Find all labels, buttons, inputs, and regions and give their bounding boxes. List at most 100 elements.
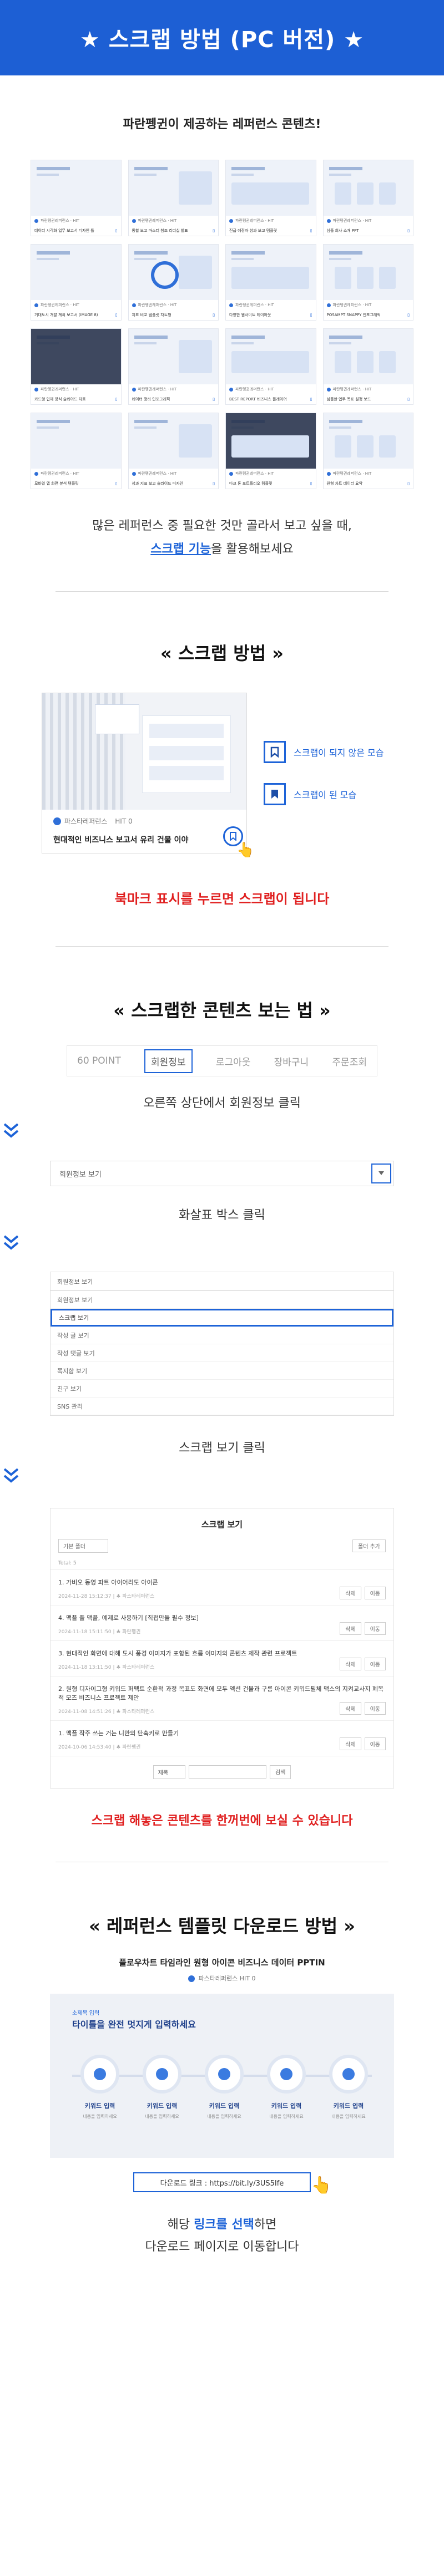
dropdown-option[interactable]: 작성 댓글 보기 bbox=[51, 1344, 393, 1362]
legend-scrapped: 스크랩이 된 모습 bbox=[264, 783, 402, 805]
row-meta: 2024-11-18 15:11:50 | ♣ 파란펭귄 bbox=[58, 1629, 141, 1635]
thumb-caption: 다양한 웹사이트 레이아웃 ▯ bbox=[226, 310, 316, 320]
thumb-caption: POSAMPT SNAPPY 인포그래픽 ▯ bbox=[323, 310, 413, 320]
scrap-list-panel: 스크랩 보기 기본 폴더 폴더 추가 Total: 5 1. 가비오 동영 파트… bbox=[50, 1508, 394, 1789]
bookmark-icon[interactable]: ▯ bbox=[115, 228, 118, 233]
row-title[interactable]: 4. 맥플 플 맥플, 예제로 사용하기 [직접만들 필수 정보] bbox=[58, 1613, 386, 1622]
move-button[interactable]: 이동 bbox=[364, 1658, 386, 1670]
reference-thumb[interactable]: 파란펭귄레퍼런스 · HIT 다양한 웹사이트 레이아웃 ▯ bbox=[225, 244, 316, 321]
bookmark-icon[interactable]: ▯ bbox=[213, 228, 215, 233]
row-title[interactable]: 3. 현대적인 화면에 대해 도시 풍경 이미지가 포함된 흐름 이미지의 콘텐… bbox=[58, 1649, 386, 1658]
search-input[interactable] bbox=[189, 1765, 266, 1779]
tab-item[interactable]: 60 POINT bbox=[77, 1055, 121, 1066]
tab-item[interactable]: 장바구니 bbox=[274, 1054, 309, 1068]
reference-thumb[interactable]: 파란펭귄레퍼런스 · HIT 다크 톤 포트폴리오 템플릿 ▯ bbox=[225, 413, 316, 489]
thumb-title: 심플 회사 소개 PPT bbox=[326, 228, 359, 233]
bookmark-icon[interactable]: ▯ bbox=[310, 313, 312, 317]
reference-thumb[interactable]: 파란펭귄레퍼런스 · HIT 원형 차트 데이터 요약 ▯ bbox=[322, 413, 413, 489]
reference-thumb[interactable]: 파란펭귄레퍼런스 · HIT 데이터 정리 인포그래픽 ▯ bbox=[128, 328, 219, 405]
row-meta: 2024-11-18 13:11:50 | ♣ 파스타레퍼런스 bbox=[58, 1665, 155, 1670]
search-button[interactable]: 검색 bbox=[270, 1765, 291, 1779]
move-button[interactable]: 이동 bbox=[364, 1622, 386, 1635]
download-link[interactable]: 다운로드 링크 : https://bit.ly/3US5Ife bbox=[133, 2172, 311, 2192]
delete-button[interactable]: 삭제 bbox=[340, 1658, 361, 1670]
search-option-select[interactable]: 제목 bbox=[153, 1765, 185, 1779]
thumb-meta: 파란펭귄레퍼런스 · HIT bbox=[128, 384, 218, 394]
keyword-desc: 내용을 입력하세요 bbox=[269, 2114, 304, 2119]
reference-thumb[interactable]: 파란펭귄레퍼런스 · HIT 통합 보고 마스터 참조 리더십 발표 ▯ bbox=[128, 160, 219, 236]
step3-text: 스크랩 보기 클릭 bbox=[179, 1441, 265, 1455]
bookmark-icon[interactable]: ▯ bbox=[310, 397, 312, 402]
reference-thumb[interactable]: 파란펭귄레퍼런스 · HIT 카드형 입체 방식 슬라이드 차트 ▯ bbox=[31, 328, 122, 405]
dropdown-option[interactable]: 스크랩 보기 bbox=[51, 1309, 393, 1327]
thumb-image bbox=[31, 160, 121, 216]
reference-thumb[interactable]: 파란펭귄레퍼런스 · HIT 모바일 앱 화면 분석 템플릿 ▯ bbox=[31, 413, 122, 489]
bookmark-icon[interactable]: ▯ bbox=[310, 228, 312, 233]
keyword-circle bbox=[80, 2055, 119, 2094]
intro-headline: 파란펭귄이 제공하는 레퍼런스 콘텐츠! bbox=[123, 118, 321, 131]
select-arrow-button[interactable] bbox=[371, 1163, 391, 1183]
keyword-icon bbox=[156, 2068, 168, 2080]
thumb-title: 성과 지표 보고 슬라이드 디자인 bbox=[132, 481, 184, 486]
reference-thumb[interactable]: 파란펭귄레퍼런스 · HIT POSAMPT SNAPPY 인포그래픽 ▯ bbox=[322, 244, 413, 321]
delete-button[interactable]: 삭제 bbox=[340, 1702, 361, 1715]
card-label-box bbox=[95, 704, 139, 734]
move-button[interactable]: 이동 bbox=[364, 1737, 386, 1750]
bookmark-icon[interactable]: ▯ bbox=[407, 397, 410, 402]
dropdown-option[interactable]: 쪽지함 보기 bbox=[51, 1362, 393, 1380]
tab-item[interactable]: 주문조회 bbox=[332, 1054, 367, 1068]
delete-button[interactable]: 삭제 bbox=[340, 1737, 361, 1750]
delete-button[interactable]: 삭제 bbox=[340, 1622, 361, 1635]
account-tabs: 60 POINT 회원정보 로그아웃 장바구니 주문조회 bbox=[67, 1045, 377, 1076]
keyword-icon bbox=[94, 2068, 106, 2080]
add-folder-button[interactable]: 폴더 추가 bbox=[352, 1539, 386, 1552]
step1-text: 오른쪽 상단에서 회원정보 클릭 bbox=[143, 1096, 301, 1110]
dropdown-head[interactable]: 회원정보 보기 bbox=[51, 1272, 393, 1291]
bookmark-icon[interactable]: ▯ bbox=[310, 481, 312, 486]
reference-thumb[interactable]: 파란펭귄레퍼런스 · HIT 진급 예정자 성과 보고 템플릿 ▯ bbox=[225, 160, 316, 236]
note-highlight: 링크를 선택 bbox=[194, 2218, 254, 2232]
dropdown-option[interactable]: 작성 글 보기 bbox=[51, 1327, 393, 1344]
bookmark-icon[interactable]: ▯ bbox=[115, 481, 118, 486]
dropdown-option[interactable]: 친구 보기 bbox=[51, 1380, 393, 1398]
dropdown-option[interactable]: SNS 관리 bbox=[51, 1398, 393, 1415]
bookmark-icon[interactable]: ▯ bbox=[115, 313, 118, 317]
brand-dot-icon bbox=[326, 471, 331, 476]
bookmark-icon[interactable]: ▯ bbox=[213, 397, 215, 402]
reference-thumb[interactable]: 파란펭귄레퍼런스 · HIT 심플한 업무 목표 설정 보드 ▯ bbox=[322, 328, 413, 405]
bookmark-icon[interactable]: ▯ bbox=[407, 228, 410, 233]
tab-member-info[interactable]: 회원정보 bbox=[144, 1049, 193, 1073]
info-select-value: 회원정보 보기 bbox=[59, 1170, 102, 1179]
row-title[interactable]: 1. 가비오 동영 파트 아이어리도 아이콘 bbox=[58, 1578, 386, 1587]
tab-item[interactable]: 로그아웃 bbox=[216, 1054, 251, 1068]
chevron-down-icon bbox=[3, 1123, 19, 1138]
table-row: 3. 현대적인 화면에 대해 도시 풍경 이미지가 포함된 흐름 이미지의 콘텐… bbox=[51, 1641, 393, 1676]
thumb-caption: 데이터 시각화 업무 보고서 디자인 틀 ▯ bbox=[31, 226, 121, 236]
keyword-desc: 내용을 입력하세요 bbox=[331, 2114, 366, 2119]
thumb-meta-text: 파란펭귄레퍼런스 · HIT bbox=[138, 219, 177, 223]
reference-thumb[interactable]: 파란펭귄레퍼런스 · HIT 심플 회사 소개 PPT ▯ bbox=[322, 160, 413, 236]
reference-thumb[interactable]: 파란펭귄레퍼런스 · HIT 지표 비교 템플릿 차트형 ▯ bbox=[128, 244, 219, 321]
reference-thumb[interactable]: 파란펭귄레퍼런스 · HIT 데이터 시각화 업무 보고서 디자인 틀 ▯ bbox=[31, 160, 122, 236]
bookmark-icon[interactable]: ▯ bbox=[407, 481, 410, 486]
thumb-image bbox=[31, 329, 121, 384]
dropdown-option[interactable]: 회원정보 보기 bbox=[51, 1291, 393, 1309]
brand-dot-icon bbox=[132, 219, 136, 223]
row-title[interactable]: 1. 맥플 작주 쓰는 거는 니만의 단축키로 만들기 bbox=[58, 1729, 386, 1737]
row-title[interactable]: 2. 원형 디자이그형 키워드 퍼펙트 순환적 과정 목표도 화면에 모두 엑션… bbox=[58, 1684, 386, 1702]
folder-filter[interactable]: 기본 폴더 bbox=[58, 1539, 108, 1553]
thumb-meta: 파란펭귄레퍼런스 · HIT bbox=[226, 216, 316, 226]
reference-thumb[interactable]: 파란펭귄레퍼런스 · HIT 거대도시 개발 계획 보고서 (IMAGE 8) ▯ bbox=[31, 244, 122, 321]
reference-thumb[interactable]: 파란펭귄레퍼런스 · HIT BEST REPORT 비즈니스 플레이어 ▯ bbox=[225, 328, 316, 405]
thumb-caption: BEST REPORT 비즈니스 플레이어 ▯ bbox=[226, 394, 316, 404]
delete-button[interactable]: 삭제 bbox=[340, 1587, 361, 1599]
bookmark-icon[interactable]: ▯ bbox=[213, 481, 215, 486]
move-button[interactable]: 이동 bbox=[364, 1587, 386, 1599]
bookmark-icon[interactable]: ▯ bbox=[115, 397, 118, 402]
keyword-title: 키워드 입력 bbox=[271, 2102, 302, 2110]
info-select[interactable]: 회원정보 보기 bbox=[50, 1161, 394, 1186]
bookmark-icon[interactable]: ▯ bbox=[407, 313, 410, 317]
reference-thumb[interactable]: 파란펭귄레퍼런스 · HIT 성과 지표 보고 슬라이드 디자인 ▯ bbox=[128, 413, 219, 489]
bookmark-icon[interactable]: ▯ bbox=[213, 313, 215, 317]
move-button[interactable]: 이동 bbox=[364, 1702, 386, 1715]
